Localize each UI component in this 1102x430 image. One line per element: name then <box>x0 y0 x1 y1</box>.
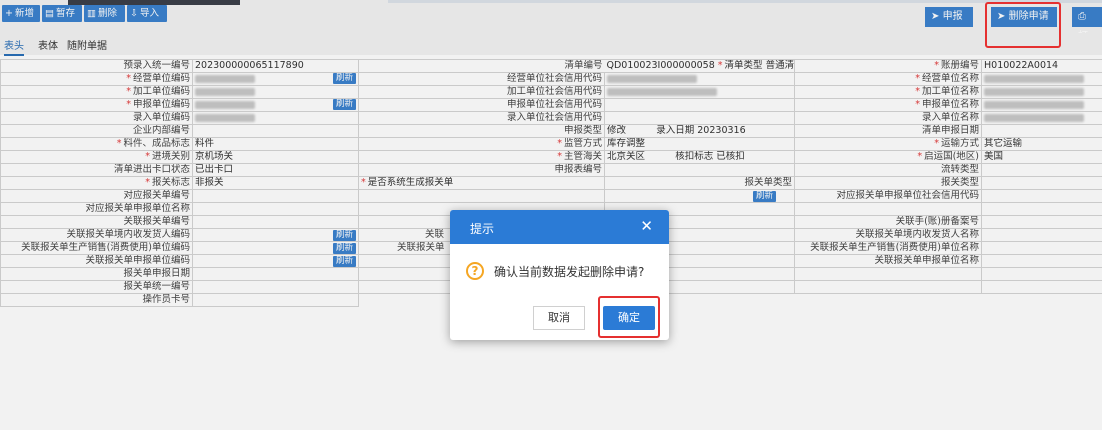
cancel-button[interactable]: 取消 <box>533 306 585 330</box>
dialog-header: 提示 ✕ <box>450 210 669 244</box>
dialog-message: 确认当前数据发起删除申请? <box>494 264 645 279</box>
dialog-title: 提示 <box>470 222 495 236</box>
question-icon: ? <box>466 262 484 280</box>
close-icon[interactable]: ✕ <box>640 217 653 235</box>
highlight-delete-apply <box>985 2 1061 48</box>
dialog-body: ? 确认当前数据发起删除申请? <box>466 262 644 280</box>
highlight-confirm <box>598 296 660 338</box>
